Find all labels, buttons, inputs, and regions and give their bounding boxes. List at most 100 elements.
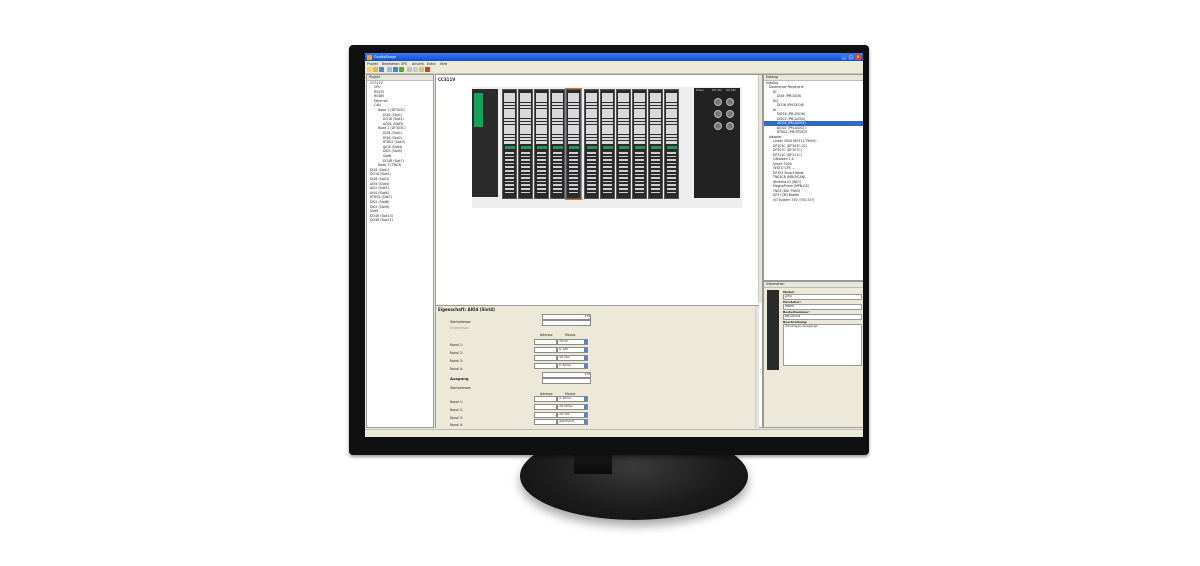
- io-module-selected[interactable]: [565, 88, 582, 200]
- io-module[interactable]: [502, 89, 517, 199]
- catalog-tree: Katalog Dezentrale Peripherie DI DI16 (P…: [764, 81, 863, 203]
- module-terminal: [537, 180, 546, 183]
- channel-mode-select[interactable]: 0..10V: [557, 347, 588, 353]
- io-module[interactable]: [518, 89, 533, 199]
- module-terminal: [569, 180, 578, 183]
- download-icon[interactable]: [393, 67, 398, 72]
- module-label-strip: [650, 131, 661, 134]
- module-status-led: [666, 146, 677, 149]
- module-terminal: [635, 155, 644, 158]
- io-module[interactable]: [584, 89, 599, 199]
- upload-icon[interactable]: [399, 67, 404, 72]
- info-hersteller-value: INDRO: [783, 304, 862, 310]
- channel-address-field[interactable]: [534, 339, 557, 345]
- open-icon[interactable]: [373, 67, 378, 72]
- io-module[interactable]: [616, 89, 631, 199]
- channel-address-field[interactable]: [534, 404, 557, 410]
- module-terminal: [651, 152, 660, 154]
- module-terminal: [569, 162, 578, 165]
- module-label-strip: [666, 115, 677, 118]
- io-module[interactable]: [648, 89, 663, 199]
- module-status-led: [520, 146, 531, 149]
- channel-mode-select[interactable]: 4..20mA: [557, 396, 588, 402]
- module-terminal: [635, 177, 644, 179]
- io-module[interactable]: [632, 89, 647, 199]
- channel-mode-select[interactable]: ±0-5V: [557, 339, 588, 345]
- module-label-strip: [650, 96, 661, 99]
- module-label-strip: [520, 137, 531, 141]
- module-label-strip: [536, 99, 547, 102]
- module-terminal: [553, 166, 562, 168]
- module-label-strip: [536, 96, 547, 99]
- power-module[interactable]: Power DO 24V DO 24V: [694, 88, 740, 198]
- module-label-strip: [586, 105, 597, 109]
- channel-label: Kanal 4:: [450, 367, 463, 371]
- module-label-strip: [552, 141, 563, 144]
- module-terminal: [537, 177, 546, 179]
- catalog-item[interactable]: I/O System 750 (750-337): [764, 198, 863, 203]
- module-terminal: [553, 159, 562, 161]
- channel-mode-select[interactable]: deaktiviert: [557, 419, 588, 425]
- module-terminal: [603, 188, 612, 190]
- channel-mode-select[interactable]: 0..20mA: [557, 363, 588, 369]
- module-label-strip: [536, 121, 547, 125]
- channel-address-field[interactable]: [534, 419, 557, 425]
- output-end-field[interactable]: [542, 378, 591, 384]
- end-address-field[interactable]: [542, 320, 591, 326]
- paste-icon[interactable]: [419, 67, 424, 72]
- module-label-strip: [536, 131, 547, 134]
- module-terminal: [521, 155, 530, 158]
- channel-address-field[interactable]: [534, 412, 557, 418]
- rack-scrollbar[interactable]: [758, 75, 762, 303]
- channel-address-field[interactable]: [534, 396, 557, 402]
- close-button[interactable]: ×: [855, 54, 861, 60]
- minimize-button[interactable]: _: [841, 54, 847, 60]
- module-label-strip: [504, 141, 515, 144]
- module-label-strip: [504, 118, 515, 122]
- channel-address-field[interactable]: [534, 355, 557, 361]
- module-label-strip: [618, 137, 629, 141]
- module-label-strip: [602, 96, 613, 99]
- module-terminal: [667, 188, 676, 190]
- module-label-strip: [634, 99, 645, 102]
- start-address-field[interactable]: 176: [542, 314, 591, 320]
- new-icon[interactable]: [367, 67, 372, 72]
- io-module[interactable]: [664, 89, 679, 199]
- module-terminal: [587, 162, 596, 165]
- properties-scrollbar[interactable]: [755, 306, 759, 428]
- power-label: DO 24V: [712, 89, 722, 92]
- module-label-strip: [586, 99, 597, 102]
- module-terminal: [537, 191, 546, 194]
- delete-icon[interactable]: [425, 67, 430, 72]
- save-icon[interactable]: [379, 67, 384, 72]
- print-icon[interactable]: [387, 67, 392, 72]
- cut-icon[interactable]: [407, 67, 412, 72]
- channel-mode-select[interactable]: ±0-10V: [557, 412, 588, 418]
- module-terminal: [635, 170, 644, 172]
- output-start-field[interactable]: 176: [542, 372, 591, 378]
- channel-address-field[interactable]: [534, 363, 557, 369]
- module-label-strip: [552, 102, 563, 106]
- module-terminal: [537, 188, 546, 190]
- module-terminal: [505, 159, 514, 161]
- io-module[interactable]: [534, 89, 549, 199]
- module-terminal: [635, 188, 644, 190]
- module-label-strip: [650, 102, 661, 106]
- channel-mode-select[interactable]: ±0-10V: [557, 355, 588, 361]
- io-module[interactable]: [600, 89, 615, 199]
- module-terminal: [619, 191, 628, 194]
- module-terminal: [635, 184, 644, 186]
- io-module[interactable]: [550, 89, 565, 199]
- copy-icon[interactable]: [413, 67, 418, 72]
- module-label-strip: [552, 112, 563, 115]
- module-label-strip: [650, 115, 661, 118]
- channel-address-field[interactable]: [534, 347, 557, 353]
- tree-item[interactable]: DO4R (Slot11): [368, 218, 433, 223]
- cpu-module[interactable]: [472, 89, 498, 197]
- module-terminal: [553, 162, 562, 165]
- channel-label: Kanal 3:: [450, 359, 463, 363]
- module-label-strip: [520, 115, 531, 118]
- maximize-button[interactable]: □: [848, 54, 854, 60]
- channel-mode-select[interactable]: ±0-20mA: [557, 404, 588, 410]
- module-label-strip: [520, 112, 531, 115]
